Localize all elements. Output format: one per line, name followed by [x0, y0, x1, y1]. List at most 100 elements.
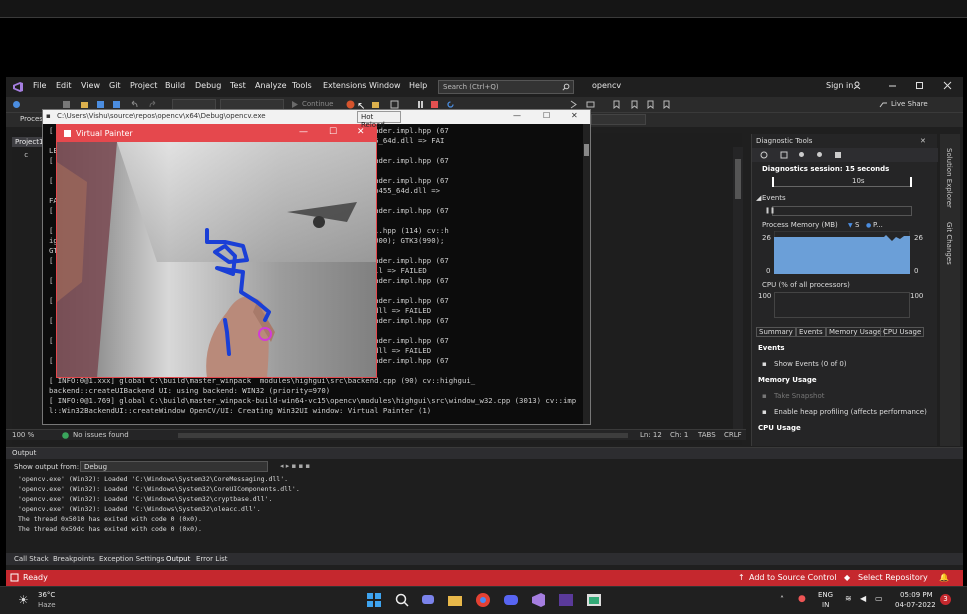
select-tools-icon[interactable]	[780, 151, 788, 159]
zoom-level[interactable]: 100 %	[12, 431, 34, 439]
tab-memory-usage[interactable]: Memory Usage	[826, 327, 885, 337]
open-icon[interactable]	[80, 100, 89, 109]
window-icon[interactable]	[390, 100, 399, 109]
scrollbar-thumb[interactable]	[735, 159, 741, 199]
battery-icon[interactable]: ▭	[875, 594, 883, 603]
heap-profiling-button[interactable]: Enable heap profiling (affects performan…	[774, 408, 927, 416]
weather-temp[interactable]: 36°C	[38, 591, 55, 599]
close-icon[interactable]	[943, 81, 952, 90]
continue-icon[interactable]	[290, 100, 299, 109]
minimize-icon[interactable]	[888, 81, 897, 90]
tab-call-stack[interactable]: Call Stack	[14, 555, 49, 563]
painter-title-bar[interactable]: Virtual Painter — ☐ ✕	[57, 125, 376, 142]
add-source-control[interactable]: Add to Source Control	[749, 573, 837, 582]
editor-scrollbar[interactable]	[733, 147, 743, 429]
output-toolbar-icons[interactable]: ◂ ▸ ▪ ▪ ▪	[280, 462, 310, 470]
collapse-icon[interactable]: ◢	[756, 194, 761, 202]
menu-view[interactable]: View	[81, 81, 100, 90]
comment-icon[interactable]	[586, 100, 595, 109]
stop-icon[interactable]	[430, 100, 439, 109]
region-code[interactable]: IN	[822, 601, 829, 609]
bookmark-next-icon[interactable]	[646, 100, 655, 109]
console-title-bar[interactable]: ▪ C:\Users\Vishu\source\repos\opencv\x64…	[43, 110, 590, 124]
microphone-icon[interactable]: ●	[798, 594, 806, 604]
menu-extensions[interactable]: Extensions	[323, 81, 366, 90]
output-source-dropdown[interactable]: Debug	[80, 461, 268, 472]
events-track[interactable]	[772, 206, 912, 216]
menu-test[interactable]: Test	[230, 81, 246, 90]
bookmark-prev-icon[interactable]	[630, 100, 639, 109]
zoom-in-icon[interactable]	[798, 151, 806, 159]
horizontal-scrollbar[interactable]	[178, 433, 628, 438]
hot-reload-icon[interactable]	[346, 100, 355, 109]
take-snapshot-button[interactable]: Take Snapshot	[774, 392, 824, 400]
menu-analyze[interactable]: Analyze	[255, 81, 287, 90]
stack-frame-dropdown[interactable]	[591, 114, 646, 125]
menu-tools[interactable]: Tools	[292, 81, 312, 90]
reset-view-icon[interactable]	[834, 151, 842, 159]
chrome-icon[interactable]	[475, 592, 493, 610]
show-hidden-icons[interactable]: ˄	[780, 595, 784, 604]
issues-status[interactable]: No issues found	[73, 431, 129, 439]
sign-in-link[interactable]: Sign in	[826, 81, 853, 90]
tab-summary[interactable]: Summary	[756, 327, 796, 337]
settings-icon[interactable]	[760, 151, 768, 159]
restart-icon[interactable]	[446, 100, 455, 109]
file-explorer-icon[interactable]	[447, 592, 465, 610]
line-ending[interactable]: CRLF	[724, 431, 742, 439]
painter-maximize-icon[interactable]: ☐	[329, 127, 337, 137]
pause-icon[interactable]	[416, 100, 425, 109]
tab-events[interactable]: Events	[796, 327, 826, 337]
save-all-icon[interactable]	[112, 100, 121, 109]
menu-help[interactable]: Help	[409, 81, 427, 90]
painter-minimize-icon[interactable]: —	[299, 127, 308, 137]
tab-cpu-usage[interactable]: CPU Usage	[880, 327, 925, 337]
taskbar-search-icon[interactable]	[394, 592, 412, 610]
diag-close-icon[interactable]: ✕	[920, 137, 926, 145]
save-icon[interactable]	[96, 100, 105, 109]
show-events-link[interactable]: Show Events (0 of 0)	[774, 360, 847, 368]
volume-icon[interactable]: ◀	[860, 594, 866, 603]
console-minimize-icon[interactable]: —	[513, 111, 521, 120]
zoom-out-icon[interactable]	[816, 151, 824, 159]
discord-icon[interactable]	[503, 592, 521, 610]
memory-graph[interactable]	[774, 231, 910, 274]
maximize-icon[interactable]	[915, 81, 924, 90]
terminal-icon[interactable]	[558, 592, 576, 610]
menu-project[interactable]: Project	[130, 81, 157, 90]
git-changes-tab[interactable]: Git Changes	[945, 222, 953, 265]
notification-badge[interactable]: 3	[940, 594, 951, 605]
tabs-indicator[interactable]: TABS	[698, 431, 716, 439]
weather-condition[interactable]: Haze	[38, 601, 56, 609]
select-repository[interactable]: Select Repository	[858, 573, 928, 582]
start-icon[interactable]	[366, 592, 384, 610]
bookmark-clear-icon[interactable]	[662, 100, 671, 109]
tab-breakpoints[interactable]: Breakpoints	[53, 555, 95, 563]
clock-date[interactable]: 04-07-2022	[895, 601, 936, 609]
cpu-graph[interactable]	[774, 292, 910, 318]
step-icon[interactable]	[569, 100, 578, 109]
tab-exception-settings[interactable]: Exception Settings	[99, 555, 164, 563]
tab-output[interactable]: Output	[166, 555, 190, 563]
notifications-icon[interactable]: 🔔	[939, 573, 949, 582]
weather-icon[interactable]: ☀	[18, 593, 29, 607]
continue-button[interactable]: Continue	[302, 100, 333, 108]
timeline-ruler[interactable]: 10s	[772, 177, 912, 187]
menu-edit[interactable]: Edit	[56, 81, 72, 90]
timeline-end-handle[interactable]	[910, 177, 912, 187]
new-item-icon[interactable]	[62, 100, 71, 109]
live-share-button[interactable]: Live Share	[891, 100, 928, 108]
undo-icon[interactable]	[130, 100, 139, 109]
opencv-console-icon[interactable]	[586, 592, 604, 610]
folder-icon[interactable]	[371, 100, 380, 109]
console-scroll-thumb[interactable]	[584, 144, 589, 156]
redo-icon[interactable]	[148, 100, 157, 109]
teams-chat-icon[interactable]	[420, 592, 438, 610]
menu-file[interactable]: File	[33, 81, 46, 90]
tab-error-list[interactable]: Error List	[196, 555, 228, 563]
visual-studio-icon[interactable]	[530, 592, 548, 610]
pause-events-icon[interactable]: ❚❚	[765, 207, 775, 214]
menu-build[interactable]: Build	[165, 81, 185, 90]
menu-window[interactable]: Window	[369, 81, 401, 90]
bookmark-icon[interactable]	[612, 100, 621, 109]
